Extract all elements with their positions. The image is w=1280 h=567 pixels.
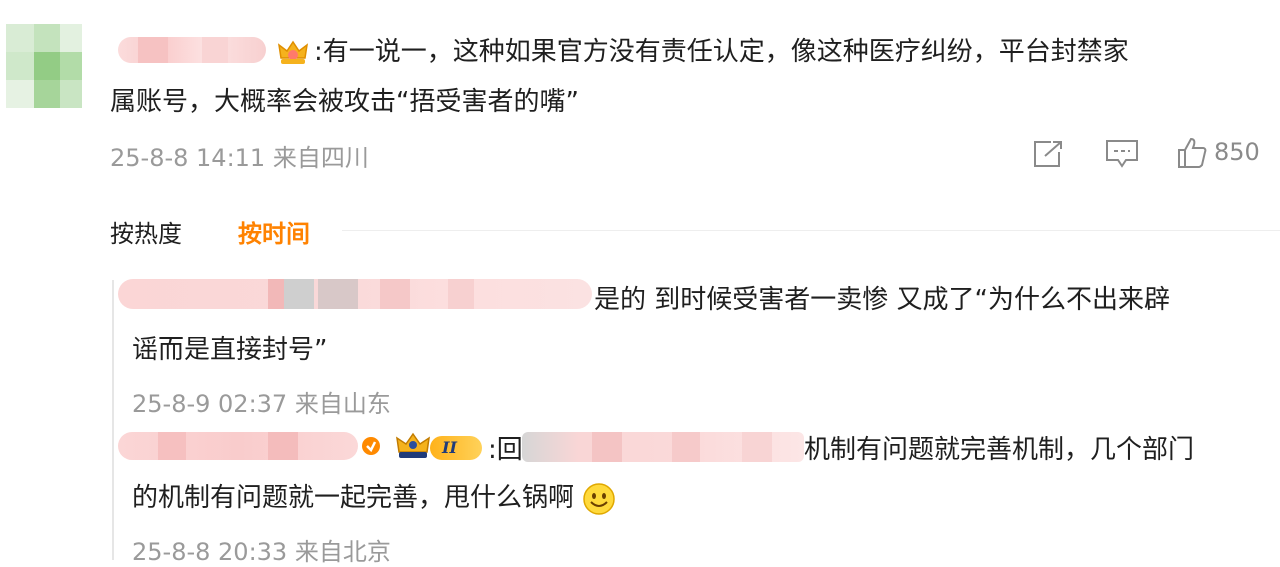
- crown-icon: [277, 40, 309, 64]
- reply-thread-line: [112, 280, 114, 560]
- reply1-meta: 25-8-9 02:37 来自山东: [132, 390, 391, 418]
- vip-icon: [362, 437, 380, 455]
- share-icon[interactable]: [1031, 138, 1065, 170]
- comment-icon[interactable]: [1104, 138, 1140, 170]
- smile-emoji-icon: [583, 482, 616, 515]
- tab-sort-by-heat[interactable]: 按热度: [110, 214, 182, 249]
- level-badge-text: II: [442, 438, 457, 457]
- reply1-text-line1: 是的 到时候受害者一卖惨 又成了“为什么不出来辟: [594, 285, 1170, 315]
- reply2-meta: 25-8-8 20:33 来自北京: [132, 538, 391, 566]
- comment-text-line2: 属账号，大概率会被攻击“捂受害者的嘴”: [110, 87, 579, 117]
- reply2-text-line2: 的机制有问题就一起完善，甩什么锅啊: [132, 474, 616, 522]
- level-badge: II: [430, 436, 482, 460]
- crown-icon: [396, 432, 430, 458]
- reply2-author-redacted[interactable]: [118, 432, 358, 460]
- reply1-author-redacted[interactable]: [118, 279, 592, 309]
- like-icon[interactable]: [1176, 136, 1208, 170]
- reply1-text-line2: 谣而是直接封号”: [132, 335, 328, 365]
- sort-divider: [342, 230, 1280, 231]
- reply2-text-line1: 机制有问题就完善机制，几个部门: [804, 435, 1195, 465]
- reply2-target-redacted[interactable]: [522, 432, 804, 462]
- tab-sort-by-time[interactable]: 按时间: [238, 214, 310, 249]
- user-avatar[interactable]: [6, 24, 82, 108]
- like-count: 850: [1214, 138, 1260, 166]
- reply2-prefix: :回: [488, 435, 523, 465]
- comment-meta: 25-8-8 14:11 来自四川: [110, 144, 369, 172]
- reply2-text-line2-content: 的机制有问题就一起完善，甩什么锅啊: [132, 483, 575, 513]
- author-name-redacted[interactable]: [118, 37, 266, 63]
- comment-text-line1: :有一说一，这种如果官方没有责任认定，像这种医疗纠纷，平台封禁家: [314, 37, 1129, 67]
